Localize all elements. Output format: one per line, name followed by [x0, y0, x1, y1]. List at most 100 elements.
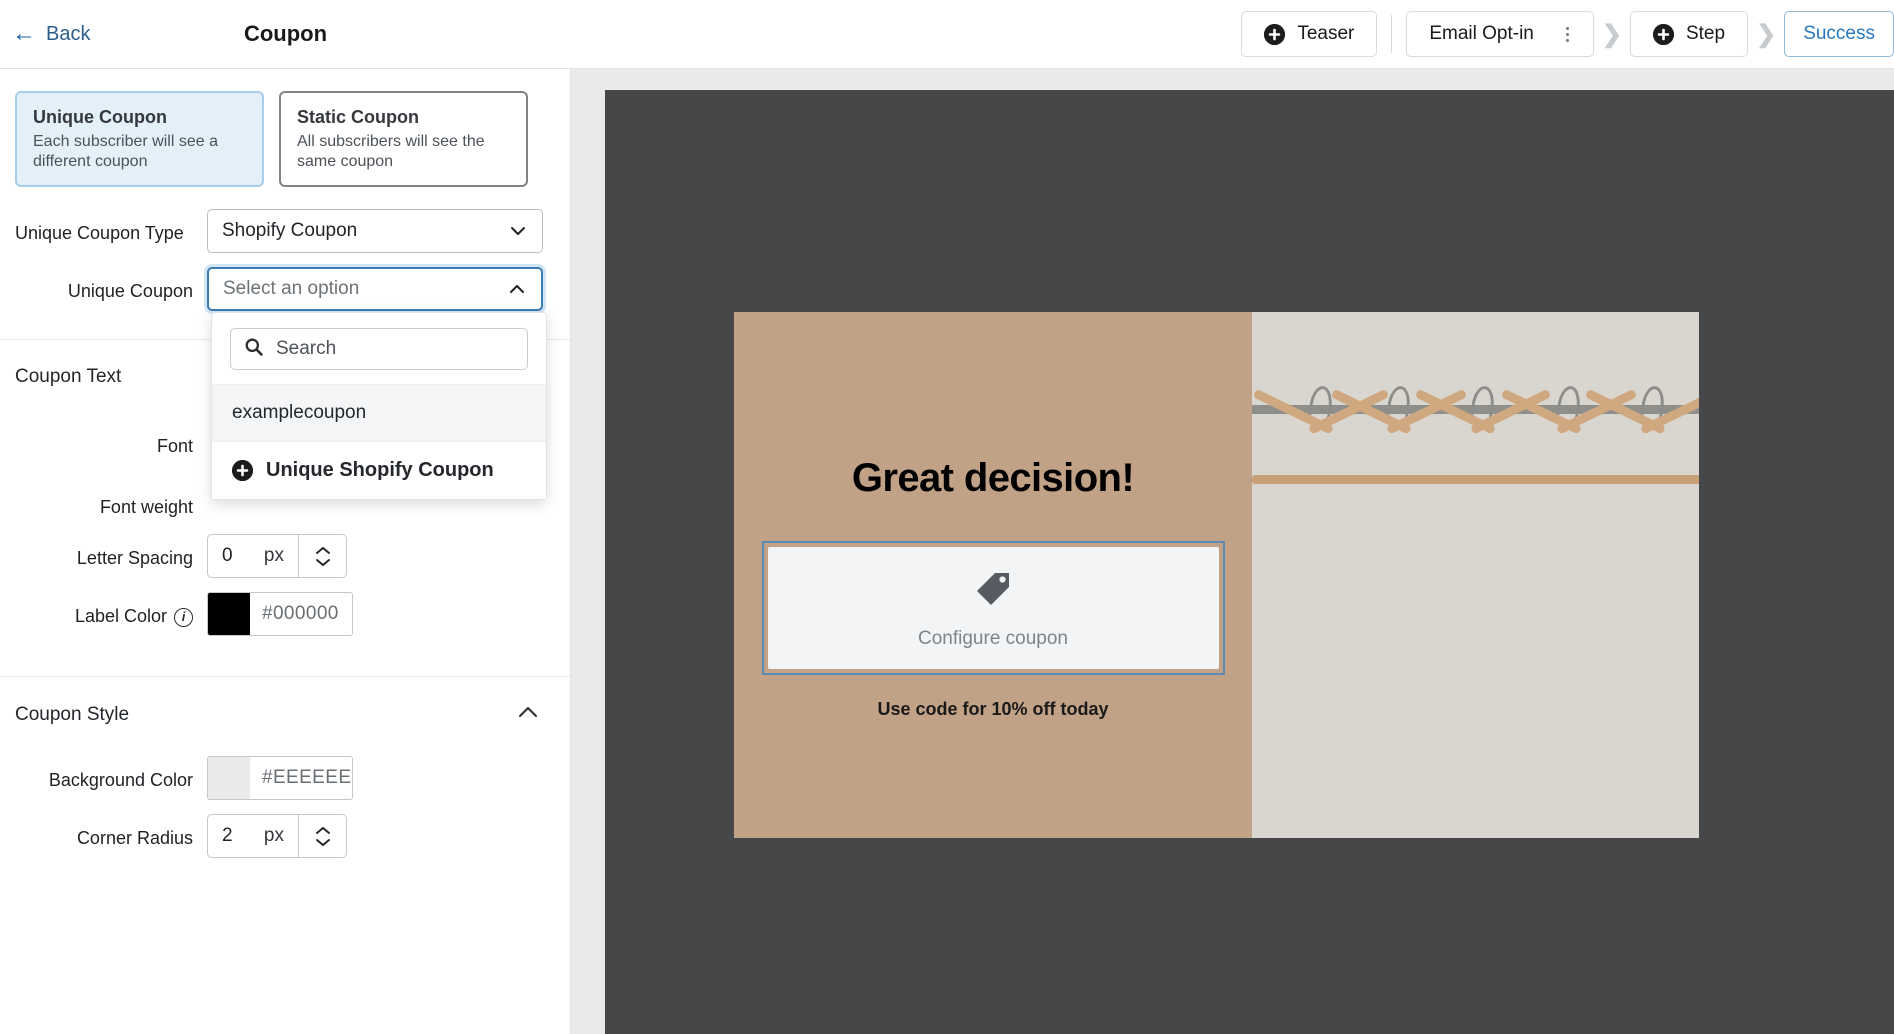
popup-preview[interactable]: Great decision! Configure coupon Use cod… [734, 312, 1699, 838]
chevron-down-icon-small [315, 558, 330, 566]
field-letter-spacing: Letter Spacing 0 px [0, 534, 570, 579]
coupon-placeholder-selected[interactable]: Configure coupon [761, 541, 1225, 675]
info-icon[interactable]: i [174, 607, 193, 627]
letter-spacing-arrows[interactable] [298, 535, 346, 578]
teaser-button[interactable]: Teaser [1241, 11, 1378, 57]
corner-radius-value-wrap[interactable]: 2 px [208, 815, 298, 857]
unique-coupon-placeholder: Select an option [223, 278, 360, 300]
background-color-control: #EEEEEE [207, 756, 555, 801]
chevron-up-icon [507, 279, 527, 299]
letter-spacing-control: 0 px [207, 534, 555, 579]
hanger-icon-5 [1578, 384, 1699, 566]
static-coupon-card-desc: All subscribers will see the same coupon [297, 133, 485, 170]
field-background-color: Background Color #EEEEEE [0, 756, 570, 801]
field-label-color: Label Color i #000000 [0, 592, 570, 637]
background-color-swatch[interactable] [208, 757, 250, 800]
label-color-control: #000000 [207, 592, 555, 637]
corner-radius-stepper[interactable]: 2 px [207, 814, 347, 859]
hanger-body-5 [1578, 388, 1699, 484]
tag-icon [971, 567, 1015, 616]
chevron-up-icon-small-2 [315, 826, 330, 834]
top-bar: ← Back Coupon Teaser Email Opt-in ❯ Step… [0, 0, 1894, 68]
field-corner-radius: Corner Radius 2 px [0, 814, 570, 859]
hanger-bar-5 [1584, 475, 1699, 484]
corner-radius-label: Corner Radius [76, 828, 193, 849]
back-arrow-icon: ← [12, 20, 36, 47]
unique-coupon-type-select[interactable]: Shopify Coupon [207, 209, 543, 254]
dropdown-create-unique-shopify-coupon[interactable]: Unique Shopify Coupon [212, 441, 546, 500]
collapse-chevron-up-icon[interactable] [515, 703, 541, 726]
coupon-placeholder-inner: Configure coupon [767, 547, 1219, 669]
unique-coupon-card-title: Unique Coupon [33, 107, 167, 127]
dropdown-action-label: Unique Shopify Coupon [266, 459, 494, 482]
dropdown-search-wrap [212, 313, 546, 384]
teaser-button-label: Teaser [1297, 23, 1355, 44]
label-color-hex[interactable]: #000000 [250, 593, 352, 635]
settings-panel: Unique Coupon Each subscriber will see a… [0, 68, 571, 1034]
email-optin-step-chip[interactable]: Email Opt-in [1406, 11, 1594, 57]
chevron-down-icon [508, 221, 528, 241]
preview-canvas: Great decision! Configure coupon Use cod… [605, 90, 1894, 1034]
search-icon [244, 337, 264, 362]
plus-circle-icon-2 [1652, 23, 1674, 45]
background-color-hex[interactable]: #EEEEEE [250, 757, 352, 799]
font-label: Font [156, 436, 193, 457]
background-color-label: Background Color [48, 770, 193, 791]
unique-coupon-type-value: Shopify Coupon [222, 220, 358, 242]
step-toolbar: Teaser Email Opt-in ❯ Step ❯ Success [571, 0, 1894, 68]
toolbar-divider [1391, 15, 1393, 53]
section-header-coupon-style[interactable]: Coupon Style [0, 677, 570, 726]
main-body: Unique Coupon Each subscriber will see a… [0, 68, 1894, 1034]
corner-radius-control: 2 px [207, 814, 555, 859]
chevron-down-icon-small-2 [315, 838, 330, 846]
top-bar-left: ← Back Coupon [0, 0, 571, 68]
back-button[interactable]: ← Back [12, 22, 90, 46]
letter-spacing-label: Letter Spacing [76, 548, 193, 569]
dropdown-option-examplecoupon[interactable]: examplecoupon [212, 384, 546, 442]
dropdown-search-input[interactable] [276, 338, 521, 361]
add-step-label: Step [1685, 23, 1726, 44]
coupon-text-section-title: Coupon Text [15, 366, 122, 388]
label-color-text: Label Color [74, 606, 167, 627]
back-button-label: Back [46, 22, 91, 45]
corner-radius-value: 2 [222, 825, 233, 847]
label-color-picker[interactable]: #000000 [207, 592, 353, 637]
success-label: Success [1803, 23, 1875, 44]
unique-coupon-label: Unique Coupon [67, 281, 193, 302]
label-color-label: Label Color i [15, 592, 207, 629]
popup-subtext: Use code for 10% off today [877, 699, 1109, 719]
configure-coupon-label: Configure coupon [918, 627, 1068, 649]
corner-radius-arrows[interactable] [298, 815, 346, 858]
popup-image-side [1252, 312, 1699, 838]
chevron-right-icon-2: ❯ [1756, 20, 1777, 48]
plus-circle-icon-3 [232, 460, 253, 482]
success-step-chip[interactable]: Success [1784, 11, 1894, 57]
coupon-type-card-static[interactable]: Static Coupon All subscribers will see t… [279, 91, 528, 188]
unique-coupon-card-desc: Each subscriber will see a different cou… [33, 133, 218, 170]
kebab-menu-icon[interactable] [1564, 25, 1571, 44]
field-unique-coupon-type: Unique Coupon Type Shopify Coupon [0, 209, 570, 254]
unique-coupon-dropdown: examplecoupon Unique Shopify Coupon [211, 312, 547, 501]
background-color-picker[interactable]: #EEEEEE [207, 756, 353, 801]
add-step-button[interactable]: Step [1629, 11, 1749, 57]
letter-spacing-stepper[interactable]: 0 px [207, 534, 347, 579]
app-root: ← Back Coupon Teaser Email Opt-in ❯ Step… [0, 0, 1894, 1034]
corner-radius-unit: px [263, 825, 284, 847]
popup-heading: Great decision! [851, 456, 1135, 500]
unique-coupon-select[interactable]: Select an option [207, 267, 543, 312]
letter-spacing-value-wrap[interactable]: 0 px [208, 535, 298, 577]
coupon-type-card-unique[interactable]: Unique Coupon Each subscriber will see a… [15, 91, 264, 188]
chevron-right-icon-1: ❯ [1601, 20, 1622, 48]
unique-coupon-control: Select an option Search examplecoupon Un… [207, 267, 555, 501]
plus-circle-icon [1264, 23, 1286, 45]
font-weight-label: Font weight [99, 497, 193, 518]
letter-spacing-unit: px [263, 545, 284, 567]
unique-coupon-type-control: Shopify Coupon [207, 209, 555, 254]
coupon-type-selector: Unique Coupon Each subscriber will see a… [0, 69, 570, 188]
chevron-up-icon-small [315, 546, 330, 554]
label-color-swatch[interactable] [208, 593, 250, 636]
field-unique-coupon: Unique Coupon Select an option Search ex… [0, 267, 570, 501]
email-optin-label: Email Opt-in [1429, 23, 1534, 44]
preview-panel: Great decision! Configure coupon Use cod… [571, 68, 1894, 1034]
dropdown-search-box[interactable] [230, 328, 528, 371]
